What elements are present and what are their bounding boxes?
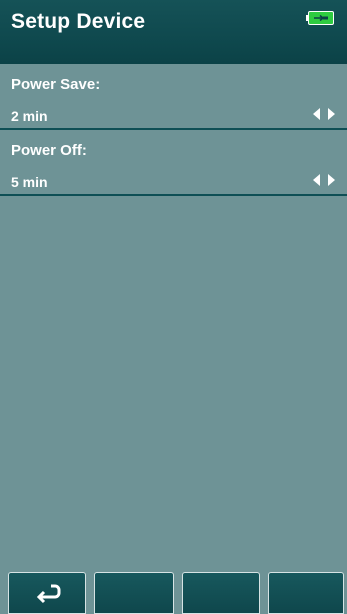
header-bar: Setup Device xyxy=(0,0,347,64)
battery-charging-icon xyxy=(306,11,334,25)
settings-list: Power Save: 2 min Power Off: 5 min xyxy=(0,64,347,196)
left-right-arrows-icon[interactable] xyxy=(313,174,335,186)
back-button[interactable] xyxy=(8,572,86,614)
footer-button-3[interactable] xyxy=(182,572,260,614)
power-save-setting[interactable]: Power Save: 2 min xyxy=(0,64,347,130)
footer-button-4[interactable] xyxy=(268,572,344,614)
power-save-label: Power Save: xyxy=(11,76,101,93)
footer-button-bar xyxy=(0,570,347,614)
power-off-label: Power Off: xyxy=(11,142,87,159)
device-screen: Setup Device Power Save: 2 min Power Off… xyxy=(0,0,347,614)
power-save-value: 2 min xyxy=(11,108,48,124)
power-off-value: 5 min xyxy=(11,174,48,190)
return-icon xyxy=(36,584,61,604)
power-off-setting[interactable]: Power Off: 5 min xyxy=(0,130,347,196)
left-right-arrows-icon[interactable] xyxy=(313,108,335,120)
footer-button-2[interactable] xyxy=(94,572,174,614)
page-title: Setup Device xyxy=(11,10,146,33)
